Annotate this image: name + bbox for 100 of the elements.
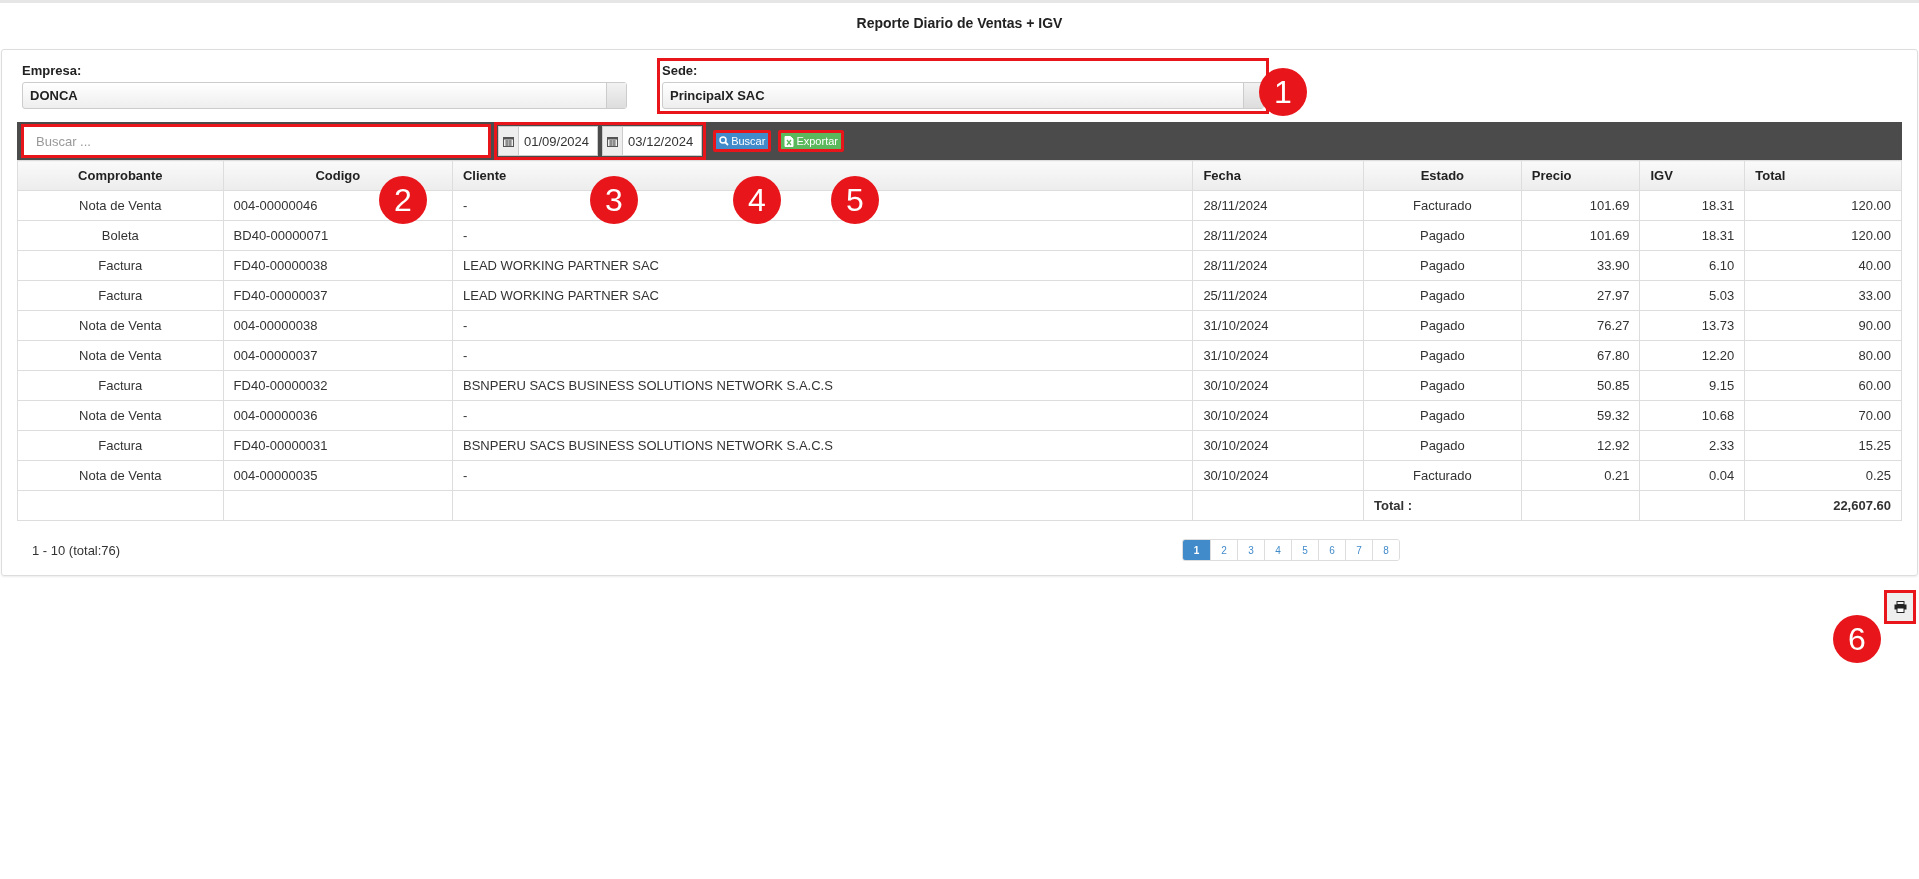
table-cell: 25/11/2024 <box>1192 280 1364 311</box>
table-cell: Pagado <box>1363 370 1522 401</box>
table-cell: Nota de Venta <box>17 310 224 341</box>
table-cell: 004-00000036 <box>223 400 453 431</box>
table-cell: Boleta <box>17 220 224 251</box>
search-button[interactable]: Buscar <box>713 130 772 152</box>
field-label: Sede: <box>662 63 699 78</box>
table-cell: Pagado <box>1363 400 1522 431</box>
table-cell: 6.10 <box>1640 250 1745 281</box>
search-icon <box>719 136 730 146</box>
table-cell: 59.32 <box>1521 400 1640 431</box>
table-cell: Pagado <box>1363 220 1522 251</box>
table-cell: 101.69 <box>1521 190 1640 221</box>
table-cell: 28/11/2024 <box>1192 250 1364 281</box>
table-cell: BSNPERU SACS BUSINESS SOLUTIONS NETWORK S.A.C.S <box>452 430 1193 461</box>
table-cell: 60.00 <box>1744 370 1902 401</box>
table-cell: FD40-00000037 <box>223 280 453 311</box>
table-cell: 50.85 <box>1521 370 1640 401</box>
date-value: 01/09/2024 <box>523 132 591 151</box>
table-cell: Facturado <box>1363 190 1522 221</box>
field-label: Empresa: <box>22 63 83 78</box>
print-button[interactable] <box>1884 590 1916 624</box>
table-cell: Pagado <box>1363 340 1522 371</box>
column-header: Comprobante <box>17 160 224 191</box>
column-header: IGV <box>1640 160 1745 191</box>
table-cell: 33.00 <box>1744 280 1902 311</box>
spreadsheet-icon <box>784 135 795 147</box>
table-cell: 30/10/2024 <box>1192 370 1364 401</box>
calendar-icon <box>607 135 619 147</box>
table-cell: 18.31 <box>1640 220 1745 251</box>
table-cell: 0.25 <box>1744 460 1902 491</box>
table-cell: 15.25 <box>1744 430 1902 461</box>
table-cell: Pagado <box>1363 250 1522 281</box>
callout-marker: 1 <box>1259 68 1307 116</box>
table-cell: Facturado <box>1363 460 1522 491</box>
table-cell: 10.68 <box>1640 400 1745 431</box>
printer-icon <box>1893 601 1907 613</box>
table-cell: 28/11/2024 <box>1192 190 1364 221</box>
table-cell: - <box>452 310 1193 341</box>
date-field[interactable]: 01/09/2024 <box>498 126 599 156</box>
column-header: Total <box>1744 160 1902 191</box>
table-cell: Nota de Venta <box>17 340 224 371</box>
search-field[interactable]: Buscar ... <box>21 124 491 158</box>
table-cell: Nota de Venta <box>17 400 224 431</box>
table-cell: 0.21 <box>1521 460 1640 491</box>
table-cell: 13.73 <box>1640 310 1745 341</box>
export-button[interactable]: Exportar <box>778 130 844 152</box>
table-cell: BSNPERU SACS BUSINESS SOLUTIONS NETWORK S.A.C.S <box>452 370 1193 401</box>
table-cell: 33.90 <box>1521 250 1640 281</box>
page-link[interactable]: 1 <box>1183 540 1210 560</box>
select-field[interactable]: DONCA <box>22 82 627 109</box>
total-label: Total : <box>1363 490 1522 521</box>
table-cell: Factura <box>17 370 224 401</box>
table-cell: 12.20 <box>1640 340 1745 371</box>
table-cell: 40.00 <box>1744 250 1902 281</box>
table-cell: 004-00000038 <box>223 310 453 341</box>
table-cell: 0.04 <box>1640 460 1745 491</box>
page-title: Reporte Diario de Ventas + IGV <box>855 14 1064 33</box>
table-cell: 30/10/2024 <box>1192 400 1364 431</box>
date-value: 03/12/2024 <box>627 132 695 151</box>
table-cell: 120.00 <box>1744 190 1902 221</box>
table-cell: 2.33 <box>1640 430 1745 461</box>
table-cell: FD40-00000032 <box>223 370 453 401</box>
table-cell: 30/10/2024 <box>1192 430 1364 461</box>
table-cell: Factura <box>17 280 224 311</box>
callout-marker: 6 <box>1833 615 1881 663</box>
column-header: Fecha <box>1192 160 1364 191</box>
table-cell: 90.00 <box>1744 310 1902 341</box>
table-cell: 70.00 <box>1744 400 1902 431</box>
table-cell: 101.69 <box>1521 220 1640 251</box>
table-cell: 76.27 <box>1521 310 1640 341</box>
table-cell: Factura <box>17 250 224 281</box>
table-cell: 004-00000037 <box>223 340 453 371</box>
table-cell: FD40-00000038 <box>223 250 453 281</box>
table-cell: 31/10/2024 <box>1192 310 1364 341</box>
column-header: Estado <box>1363 160 1522 191</box>
date-field[interactable]: 03/12/2024 <box>602 126 703 156</box>
select-field[interactable]: PrincipalX SAC <box>662 82 1264 109</box>
table-cell: 004-00000035 <box>223 460 453 491</box>
table-cell: 5.03 <box>1640 280 1745 311</box>
page-link[interactable]: 8 <box>1372 540 1399 560</box>
table-cell: Pagado <box>1363 310 1522 341</box>
calendar-icon <box>503 135 514 147</box>
table-cell: 18.31 <box>1640 190 1745 221</box>
table-cell: 67.80 <box>1521 340 1640 371</box>
table-cell: Nota de Venta <box>17 460 224 491</box>
column-header: Precio <box>1521 160 1640 191</box>
table-cell: 9.15 <box>1640 370 1745 401</box>
table-cell: - <box>452 340 1193 371</box>
table-cell: 30/10/2024 <box>1192 460 1364 491</box>
table-cell: 120.00 <box>1744 220 1902 251</box>
table-cell: - <box>452 400 1193 431</box>
table-cell: Nota de Venta <box>17 190 224 221</box>
table-cell: - <box>452 460 1193 491</box>
table-cell: 27.97 <box>1521 280 1640 311</box>
table-cell: LEAD WORKING PARTNER SAC <box>452 280 1193 311</box>
table-cell: 12.92 <box>1521 430 1640 461</box>
table-cell: Factura <box>17 430 224 461</box>
record-count: 1 - 10 (total:76) <box>32 542 122 558</box>
table-cell: 28/11/2024 <box>1192 220 1364 251</box>
